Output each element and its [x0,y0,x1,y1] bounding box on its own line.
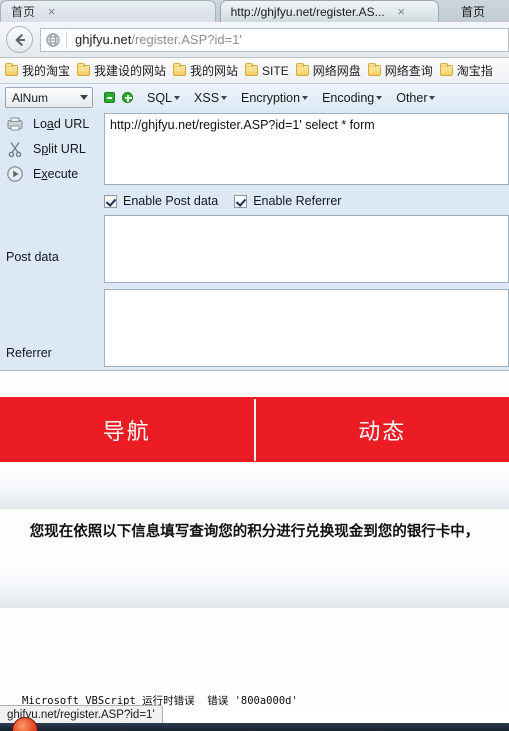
menu-encoding-label: Encoding [322,90,375,105]
execute-label: Execute [33,166,79,181]
scissors-icon [8,141,22,157]
bookmark-item[interactable]: 我的网站 [173,62,238,79]
menu-xss[interactable]: XSS [194,90,228,105]
bookmark-label: 我的淘宝 [22,64,71,78]
bookmark-item[interactable]: 网络查询 [367,62,433,79]
tab-title: 首页 [11,5,36,19]
bookmark-label: 网络网盘 [312,64,361,78]
close-icon[interactable]: × [45,5,58,18]
url-textarea[interactable]: http://ghjfyu.net/register.ASP?id=1' sel… [104,113,509,185]
browser-tab-0[interactable]: 首页 × [0,0,216,22]
browser-tab-2[interactable]: 首页 [443,0,509,22]
checkbox-icon[interactable] [104,194,117,208]
bookmark-label: 我建设的网站 [94,64,167,78]
enable-post-data-label: Enable Post data [123,194,219,208]
load-url-label: Load URL [33,116,90,131]
folder-icon [439,63,453,76]
browser-navigation-bar: ghjfyu.net/register.ASP?id=1' [0,22,509,58]
menu-sql[interactable]: SQL [147,90,181,105]
globe-icon [46,32,60,47]
windows-taskbar [0,717,509,731]
referrer-textarea[interactable] [104,289,509,367]
url-host: ghjfyu.net [75,32,132,47]
chevron-down-icon [376,96,383,101]
enable-referrer-checkbox[interactable]: Enable Referrer [234,194,341,208]
bookmark-label: SITE [262,63,289,78]
close-icon[interactable]: × [395,5,408,18]
hackbar-body: Load URL Split URL Execute http://ghjfyu… [0,111,509,371]
nav-left-label: 导航 [102,419,151,445]
post-data-textarea[interactable] [104,215,509,283]
enable-referrer-label: Enable Referrer [253,194,342,208]
bookmark-label: 我的网站 [190,64,239,78]
remove-icon[interactable] [104,92,115,103]
chevron-down-icon [302,96,309,101]
split-url-label: Split URL [33,141,86,156]
load-url-icon [7,117,23,130]
address-bar[interactable]: ghjfyu.net/register.ASP?id=1' [40,27,509,52]
menu-other[interactable]: Other [396,90,436,105]
menu-other-label: Other [396,90,428,105]
menu-xss-label: XSS [194,90,220,105]
nav-item-left[interactable]: 导航 [0,397,254,462]
chevron-down-icon [80,95,88,100]
menu-encoding[interactable]: Encoding [322,90,383,105]
address-bar-text: ghjfyu.net/register.ASP?id=1' [67,32,242,47]
hackbar-panel: AlNum SQL XSS Encryption Encoding Other … [0,84,509,371]
bookmark-item[interactable]: 我建设的网站 [77,62,166,79]
bookmark-item[interactable]: SITE [245,63,289,78]
referrer-label: Referrer [6,346,52,360]
site-navigation-banner: 导航 动态 [0,397,509,462]
play-icon [7,165,23,182]
bookmark-item[interactable]: 网络网盘 [295,62,361,79]
vbscript-error-block: Microsoft VBScript 运行时错误 错误 '800a000d' 类… [22,660,492,711]
menu-encryption[interactable]: Encryption [241,90,309,105]
content-panel-top [0,465,509,509]
nav-item-right[interactable]: 动态 [256,397,509,462]
page-content: 导航 动态 您现在依照以下信息填写查询您的积分进行兑换现金到您的银行卡中， Mi… [0,372,509,711]
charset-select[interactable]: AlNum [5,87,93,108]
folder-icon [77,63,91,76]
post-data-label: Post data [6,250,59,264]
split-url-button[interactable]: Split URL [0,136,100,161]
menu-encryption-label: Encryption [241,90,301,105]
enable-post-data-checkbox[interactable]: Enable Post data [104,194,218,208]
checkbox-icon[interactable] [234,194,248,208]
folder-icon [5,63,18,76]
folder-icon [173,63,187,76]
chevron-down-icon [429,96,436,101]
load-url-button[interactable]: Load URL [0,111,100,136]
content-panel-bottom [0,558,509,608]
folder-icon [367,63,381,76]
bookmark-item[interactable]: 淘宝指 [439,62,493,79]
add-icon[interactable] [122,92,133,103]
folder-icon [295,63,309,76]
hackbar-action-list: Load URL Split URL Execute [0,111,100,186]
nav-right-label: 动态 [358,419,407,445]
browser-tab-1[interactable]: http://ghjfyu.net/register.AS... × [219,0,440,22]
hackbar-options-row: Enable Post data Enable Referrer [104,191,357,211]
menu-sql-label: SQL [147,90,173,105]
tab-title: http://ghjfyu.net/register.AS... [230,4,385,19]
url-path: /register.ASP?id=1' [131,32,242,47]
chevron-down-icon [174,96,181,101]
bookmarks-bar: 我的淘宝 我建设的网站 我的网站 SITE 网络网盘 网络查询 淘宝指 [0,58,509,84]
bookmark-label: 网络查询 [384,64,433,78]
bookmark-item[interactable]: 我的淘宝 [5,62,70,79]
execute-button[interactable]: Execute [0,161,100,186]
back-button[interactable] [6,26,33,53]
bookmark-label: 淘宝指 [456,64,493,78]
charset-select-value: AlNum [12,90,49,105]
folder-icon [245,63,259,76]
browser-tab-strip: 首页 × http://ghjfyu.net/register.AS... × … [0,0,509,22]
chevron-down-icon [221,96,228,101]
tab-title: 首页 [461,4,486,19]
hackbar-toolbar: AlNum SQL XSS Encryption Encoding Other [0,84,509,111]
instruction-text: 您现在依照以下信息填写查询您的积分进行兑换现金到您的银行卡中， [29,524,480,540]
